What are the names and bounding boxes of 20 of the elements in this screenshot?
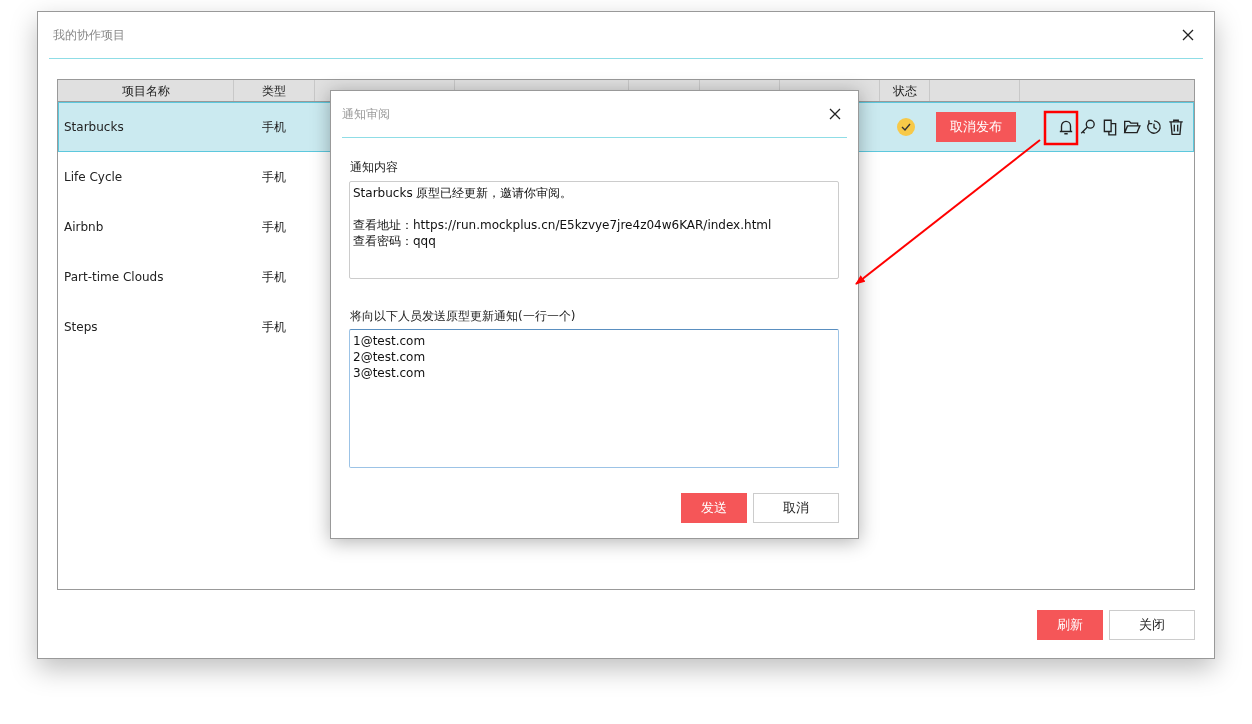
column-header: 项目名称 [121,82,170,100]
project-type: 手机 [262,219,286,236]
project-name: Starbucks [64,119,124,136]
project-name: Steps [64,319,98,336]
project-type: 手机 [262,119,286,136]
project-type: 手机 [262,319,286,336]
column-header: 类型 [262,82,286,100]
project-type: 手机 [262,269,286,286]
project-name: Airbnb [64,219,104,236]
project-name: Part-time Clouds [64,269,164,286]
window-title: 我的协作项目 [53,27,125,44]
content-line: 查看地址：https://run.mockplus.cn/E5kzvye7jre4z04w6KAR/index.html [353,217,773,233]
project-type: 手机 [262,169,286,186]
content-line: Starbucks 原型已经更新，邀请你审阅。 [353,185,574,201]
column-header: 状态 [892,82,917,100]
content-line: 查看密码：qqq [353,233,437,249]
dialog-title: 通知审阅 [342,106,390,123]
field-label: 通知内容 [350,159,399,176]
project-name: Life Cycle [64,169,123,186]
field-label: 将向以下人员发送原型更新通知(一行一个) [350,308,577,325]
